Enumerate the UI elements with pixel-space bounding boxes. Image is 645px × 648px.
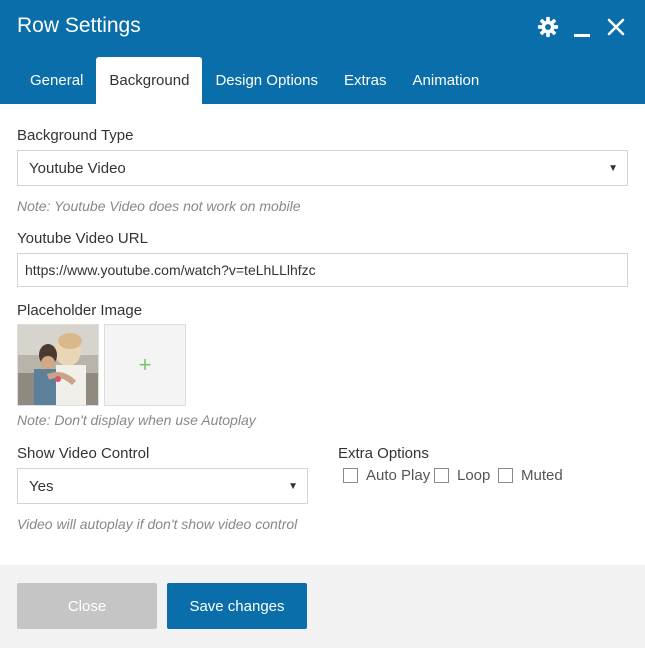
show-video-control-label: Show Video Control	[17, 445, 150, 462]
header-controls	[537, 16, 627, 38]
chevron-down-icon: ▼	[608, 163, 618, 174]
chevron-down-icon: ▼	[288, 481, 298, 492]
add-image-button[interactable]: +	[104, 324, 186, 406]
loop-label: Loop	[457, 467, 491, 484]
show-video-control-note: Video will autoplay if don't show video …	[17, 516, 298, 532]
plus-icon: +	[138, 352, 152, 377]
muted-label: Muted	[521, 467, 563, 484]
modal-title: Row Settings	[17, 14, 141, 37]
placeholder-image-note: Note: Don't display when use Autoplay	[17, 412, 256, 428]
muted-checkbox[interactable]: Muted	[498, 467, 563, 484]
loop-checkbox[interactable]: Loop	[434, 467, 490, 484]
background-type-select[interactable]: Youtube Video ▼	[17, 150, 628, 186]
minimize-icon[interactable]	[571, 16, 593, 38]
checkbox-box	[343, 468, 358, 483]
extra-options-label: Extra Options	[338, 445, 429, 462]
youtube-url-input[interactable]	[17, 253, 628, 287]
auto-play-label: Auto Play	[366, 467, 431, 484]
background-type-value: Youtube Video	[29, 159, 126, 177]
tab-animation[interactable]: Animation	[400, 57, 493, 104]
tab-extras[interactable]: Extras	[331, 57, 400, 104]
tab-design-options[interactable]: Design Options	[202, 57, 331, 104]
close-icon[interactable]	[605, 16, 627, 38]
modal-footer: Close Save changes	[0, 565, 645, 648]
gear-icon[interactable]	[537, 16, 559, 38]
placeholder-image-label: Placeholder Image	[17, 302, 143, 319]
background-type-label: Background Type	[17, 127, 134, 144]
show-video-control-value: Yes	[29, 477, 54, 495]
checkbox-box	[498, 468, 513, 483]
row-settings-modal: Row Settings General Background Design O…	[0, 0, 645, 648]
youtube-url-label: Youtube Video URL	[17, 230, 148, 247]
close-button[interactable]: Close	[17, 583, 157, 629]
background-type-note: Note: Youtube Video does not work on mob…	[17, 198, 301, 214]
tab-bar: General Background Design Options Extras…	[17, 57, 492, 104]
auto-play-checkbox[interactable]: Auto Play	[343, 467, 430, 484]
show-video-control-select[interactable]: Yes ▼	[17, 468, 308, 504]
placeholder-image-thumbnail[interactable]	[17, 324, 99, 406]
modal-header: Row Settings General Background Design O…	[0, 0, 645, 104]
save-changes-button[interactable]: Save changes	[167, 583, 307, 629]
checkbox-box	[434, 468, 449, 483]
tab-general[interactable]: General	[17, 57, 96, 104]
tab-background[interactable]: Background	[96, 57, 203, 104]
